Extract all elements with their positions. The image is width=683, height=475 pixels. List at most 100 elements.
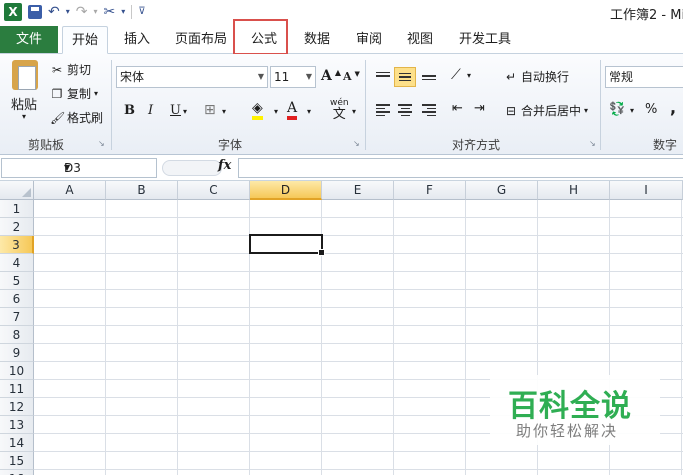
fill-color-icon[interactable]: ◈ <box>252 101 263 120</box>
font-size-select[interactable]: 11 ▼ <box>270 66 316 88</box>
tools-dropdown-icon[interactable]: ▾ <box>121 4 125 20</box>
tab-developer[interactable]: 开发工具 <box>452 26 518 54</box>
customize-toolbar-icon[interactable]: ⊽ <box>138 4 145 20</box>
currency-dropdown-icon[interactable]: ▾ <box>630 106 634 115</box>
grow-font-button[interactable]: A ▲ <box>321 67 341 84</box>
font-name-select[interactable]: 宋体 ▼ <box>116 66 268 88</box>
row-header-1[interactable]: 1 <box>0 200 34 218</box>
row-header-12[interactable]: 12 <box>0 398 34 416</box>
undo-dropdown-icon[interactable]: ▾ <box>66 4 70 20</box>
font-launcher-icon[interactable]: ↘ <box>353 139 360 148</box>
border-icon[interactable]: ⊞ <box>204 102 216 118</box>
column-header-i[interactable]: I <box>610 181 683 200</box>
align-left-icon[interactable] <box>372 100 394 120</box>
border-dropdown-icon[interactable]: ▾ <box>222 107 226 116</box>
row-header-16[interactable]: 16 <box>0 470 34 475</box>
column-header-c[interactable]: C <box>178 181 250 200</box>
paste-icon[interactable] <box>12 60 38 90</box>
row-header-7[interactable]: 7 <box>0 308 34 326</box>
tab-insert[interactable]: 插入 <box>115 26 159 54</box>
name-box[interactable]: D3 ▼ <box>1 158 157 178</box>
font-color-dropdown-icon[interactable]: ▾ <box>307 107 311 116</box>
tab-view[interactable]: 视图 <box>398 26 442 54</box>
fill-color-dropdown-icon[interactable]: ▾ <box>274 107 278 116</box>
row-header-8[interactable]: 8 <box>0 326 34 344</box>
undo-icon[interactable]: ↶ <box>48 4 60 20</box>
row-header-15[interactable]: 15 <box>0 452 34 470</box>
underline-button[interactable]: U <box>170 103 181 118</box>
alignment-launcher-icon[interactable]: ↘ <box>589 139 596 148</box>
wrap-text-button[interactable]: ↵ 自动换行 <box>504 68 569 85</box>
align-center-icon[interactable] <box>394 100 416 120</box>
watermark: 百科全说 助你轻松解决 <box>490 375 660 445</box>
align-right-icon[interactable] <box>418 100 440 120</box>
redo-icon[interactable]: ↷ <box>76 4 88 20</box>
row-header-6[interactable]: 6 <box>0 290 34 308</box>
wrap-text-label: 自动换行 <box>521 70 570 84</box>
number-format-select[interactable]: 常规 <box>605 66 683 88</box>
column-header-d[interactable]: D <box>250 181 322 200</box>
clipboard-launcher-icon[interactable]: ↘ <box>98 139 105 148</box>
phonetic-button[interactable]: wén 文 <box>330 98 349 122</box>
row-header-9[interactable]: 9 <box>0 344 34 362</box>
tab-formulas[interactable]: 公式 <box>242 26 286 54</box>
column-header-e[interactable]: E <box>322 181 394 200</box>
row-header-14[interactable]: 14 <box>0 434 34 452</box>
currency-icon[interactable]: 💱 <box>609 102 625 117</box>
cut-button[interactable]: ✂ 剪切 <box>50 61 91 78</box>
align-top-icon[interactable] <box>372 66 394 86</box>
row-header-2[interactable]: 2 <box>0 218 34 236</box>
copy-dropdown-icon[interactable]: ▾ <box>94 89 98 98</box>
comma-button[interactable]: , <box>670 98 676 117</box>
tab-review[interactable]: 审阅 <box>347 26 391 54</box>
increase-indent-icon[interactable]: ⇥ <box>474 101 485 116</box>
row-header-13[interactable]: 13 <box>0 416 34 434</box>
column-header-f[interactable]: F <box>394 181 466 200</box>
bold-button[interactable]: B <box>124 103 135 118</box>
orientation-icon[interactable]: ⟋ <box>451 67 461 83</box>
select-all-button[interactable] <box>0 181 34 200</box>
column-header-h[interactable]: H <box>538 181 610 200</box>
grow-font-icon: A <box>321 68 332 84</box>
orientation-dropdown-icon[interactable]: ▾ <box>467 71 471 80</box>
tab-page-layout[interactable]: 页面布局 <box>168 26 234 54</box>
column-header-g[interactable]: G <box>466 181 538 200</box>
paste-dropdown-icon[interactable]: ▾ <box>22 112 26 121</box>
wrap-text-icon: ↵ <box>505 69 517 84</box>
grid-line <box>34 307 683 308</box>
active-cell-d3[interactable] <box>249 234 325 256</box>
underline-dropdown-icon[interactable]: ▾ <box>183 107 187 116</box>
row-header-10[interactable]: 10 <box>0 362 34 380</box>
font-group-label: 字体 <box>217 138 242 152</box>
tab-data[interactable]: 数据 <box>295 26 339 54</box>
tab-file[interactable]: 文件 <box>0 26 58 53</box>
toolbar-divider <box>131 5 133 19</box>
format-painter-button[interactable]: 🖌 格式刷 <box>50 109 103 126</box>
shrink-font-button[interactable]: A ▼ <box>343 69 360 83</box>
insert-function-button[interactable]: fx <box>218 158 231 173</box>
row-header-3[interactable]: 3 <box>0 236 34 254</box>
decrease-indent-icon[interactable]: ⇤ <box>452 101 463 116</box>
merge-center-label: 合并后居中 <box>521 104 582 118</box>
row-header-11[interactable]: 11 <box>0 380 34 398</box>
excel-logo-icon[interactable]: X <box>4 3 22 21</box>
align-bottom-icon[interactable] <box>418 66 440 86</box>
merge-dropdown-icon[interactable]: ▾ <box>584 106 588 115</box>
tools-icon[interactable]: ✂ <box>104 4 116 20</box>
row-header-5[interactable]: 5 <box>0 272 34 290</box>
column-header-b[interactable]: B <box>106 181 178 200</box>
italic-button[interactable]: I <box>148 103 153 118</box>
formula-input[interactable] <box>238 158 683 178</box>
align-middle-icon[interactable] <box>394 67 416 87</box>
row-header-4[interactable]: 4 <box>0 254 34 272</box>
percent-button[interactable]: % <box>645 102 657 117</box>
phonetic-dropdown-icon[interactable]: ▾ <box>352 107 356 116</box>
column-header-a[interactable]: A <box>34 181 106 200</box>
save-icon[interactable] <box>28 5 42 19</box>
paste-button[interactable]: 粘贴 <box>11 94 37 113</box>
redo-dropdown-icon[interactable]: ▾ <box>93 4 97 20</box>
merge-center-button[interactable]: ⊟ 合并后居中 ▾ <box>504 102 588 119</box>
copy-button[interactable]: ❐ 复制 ▾ <box>50 85 98 102</box>
tab-home[interactable]: 开始 <box>62 26 108 54</box>
font-color-button[interactable]: A <box>287 100 298 120</box>
